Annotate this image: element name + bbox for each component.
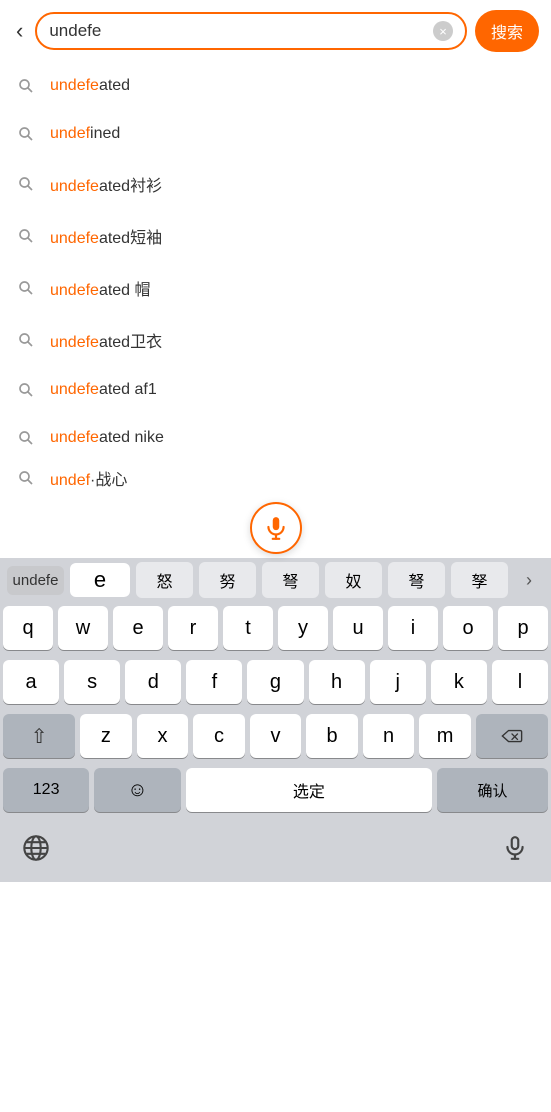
emoji-key[interactable]: ☺ xyxy=(94,768,180,812)
suggestion-text: undefeated xyxy=(50,77,130,95)
prediction-candidate[interactable]: 弩 xyxy=(388,562,445,598)
key-c[interactable]: c xyxy=(193,714,245,758)
prediction-candidate[interactable]: 怒 xyxy=(136,562,193,598)
suggestion-text: undefeated衬衫 xyxy=(50,172,162,196)
key-t[interactable]: t xyxy=(223,606,273,650)
search-icon xyxy=(16,468,36,488)
shift-icon: ⇧ xyxy=(31,724,48,749)
search-icon xyxy=(16,428,36,448)
list-item[interactable]: undef·战心 xyxy=(0,462,551,494)
list-item[interactable]: undefeated nike xyxy=(0,414,551,462)
key-u[interactable]: u xyxy=(333,606,383,650)
list-item[interactable]: undefeated xyxy=(0,62,551,110)
shift-key[interactable]: ⇧ xyxy=(3,714,75,758)
suggestion-list: undefeated undefined undefeated衬衫 xyxy=(0,62,551,494)
key-s[interactable]: s xyxy=(64,660,120,704)
key-d[interactable]: d xyxy=(125,660,181,704)
confirm-key[interactable]: 确认 xyxy=(437,768,548,812)
key-i[interactable]: i xyxy=(388,606,438,650)
list-item[interactable]: undefeated 帽 xyxy=(0,262,551,314)
prediction-candidate[interactable]: 努 xyxy=(199,562,256,598)
delete-key[interactable] xyxy=(476,714,548,758)
search-input-wrapper: × xyxy=(35,12,467,50)
key-k[interactable]: k xyxy=(431,660,487,704)
key-g[interactable]: g xyxy=(247,660,303,704)
search-bar: ‹ × 搜索 xyxy=(0,0,551,62)
prediction-bar: undefe e 怒 努 弩 奴 弩 孥 › xyxy=(0,558,551,602)
key-q[interactable]: q xyxy=(3,606,53,650)
num-key[interactable]: 123 xyxy=(3,768,89,812)
suggestion-text: undefeated nike xyxy=(50,429,164,447)
search-icon xyxy=(16,380,36,400)
list-item[interactable]: undefeated af1 xyxy=(0,366,551,414)
suggestion-text: undefeated卫衣 xyxy=(50,328,162,352)
list-item[interactable]: undefeated衬衫 xyxy=(0,158,551,210)
key-l[interactable]: l xyxy=(492,660,548,704)
key-b[interactable]: b xyxy=(306,714,358,758)
key-r[interactable]: r xyxy=(168,606,218,650)
microphone-icon[interactable] xyxy=(499,832,531,864)
key-y[interactable]: y xyxy=(278,606,328,650)
key-p[interactable]: p xyxy=(498,606,548,650)
keyboard-area: undefe e 怒 努 弩 奴 弩 孥 › q w e r t y u i o… xyxy=(0,558,551,882)
prediction-main[interactable]: e xyxy=(70,563,130,597)
globe-icon[interactable] xyxy=(20,832,52,864)
list-item[interactable]: undefined xyxy=(0,110,551,158)
suggestion-text: undefined xyxy=(50,125,120,143)
back-button[interactable]: ‹ xyxy=(12,14,27,48)
search-icon xyxy=(16,330,36,350)
key-a[interactable]: a xyxy=(3,660,59,704)
key-n[interactable]: n xyxy=(363,714,415,758)
key-w[interactable]: w xyxy=(58,606,108,650)
keyboard: q w e r t y u i o p a s d f g h j k l ⇧ xyxy=(0,602,551,812)
key-m[interactable]: m xyxy=(419,714,471,758)
key-z[interactable]: z xyxy=(80,714,132,758)
key-h[interactable]: h xyxy=(309,660,365,704)
key-v[interactable]: v xyxy=(250,714,302,758)
key-row-4: 123 ☺ 选定 确认 xyxy=(3,768,548,812)
space-key[interactable]: 选定 xyxy=(186,768,433,812)
key-row-3: ⇧ z x c v b n m xyxy=(3,714,548,758)
key-e[interactable]: e xyxy=(113,606,163,650)
key-o[interactable]: o xyxy=(443,606,493,650)
search-icon xyxy=(16,76,36,96)
prediction-prefix[interactable]: undefe xyxy=(7,566,64,595)
suggestion-text: undefeated af1 xyxy=(50,381,157,399)
key-j[interactable]: j xyxy=(370,660,426,704)
prediction-candidate[interactable]: 奴 xyxy=(325,562,382,598)
search-icon xyxy=(16,174,36,194)
expand-predictions-button[interactable]: › xyxy=(511,562,547,598)
suggestion-text: undefeated短袖 xyxy=(50,224,162,248)
search-icon xyxy=(16,278,36,298)
key-f[interactable]: f xyxy=(186,660,242,704)
voice-button-container xyxy=(0,494,551,558)
search-button[interactable]: 搜索 xyxy=(475,10,539,52)
list-item[interactable]: undefeated卫衣 xyxy=(0,314,551,366)
bottom-bar xyxy=(0,822,551,882)
suggestion-text: undef·战心 xyxy=(50,466,127,490)
clear-button[interactable]: × xyxy=(433,21,453,41)
list-item[interactable]: undefeated短袖 xyxy=(0,210,551,262)
key-row-1: q w e r t y u i o p xyxy=(3,606,548,650)
search-icon xyxy=(16,226,36,246)
search-icon xyxy=(16,124,36,144)
emoji-icon: ☺ xyxy=(127,779,147,802)
prediction-candidate[interactable]: 弩 xyxy=(262,562,319,598)
voice-button[interactable] xyxy=(250,502,302,554)
key-x[interactable]: x xyxy=(137,714,189,758)
suggestion-text: undefeated 帽 xyxy=(50,276,151,300)
prediction-candidate[interactable]: 孥 xyxy=(451,562,508,598)
search-input[interactable] xyxy=(49,21,433,41)
key-row-2: a s d f g h j k l xyxy=(3,660,548,704)
